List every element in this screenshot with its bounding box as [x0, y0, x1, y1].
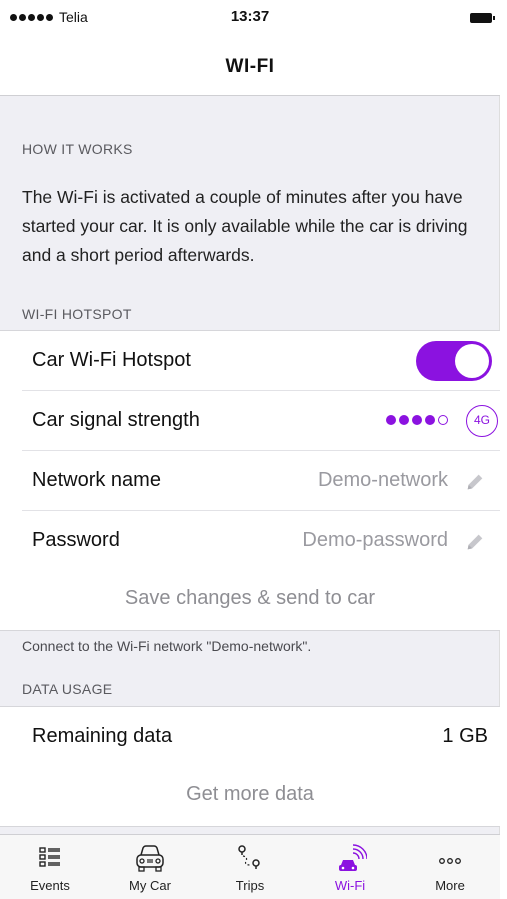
pencil-icon[interactable]	[464, 531, 486, 553]
signal-dot	[412, 415, 422, 425]
tab-bar: Events My Car Trips Wi-Fi More	[0, 834, 500, 899]
car-wifi-icon	[339, 844, 367, 871]
tab-trips-label: Trips	[235, 878, 265, 893]
tab-more-label: More	[435, 878, 465, 893]
tab-my-car[interactable]: My Car	[100, 835, 200, 899]
list-icon	[39, 847, 60, 867]
remaining-data-label: Remaining data	[32, 725, 173, 747]
save-group: Save changes & send to car	[0, 570, 500, 631]
clock: 13:37	[230, 8, 270, 25]
signal-dot-empty	[438, 415, 448, 425]
hotspot-toggle-row[interactable]: Car Wi-Fi Hotspot	[22, 331, 500, 391]
how-it-works-text: The Wi-Fi is activated a couple of minut…	[22, 187, 468, 265]
password-value[interactable]: Demo-password	[302, 529, 448, 552]
network-name-label: Network name	[32, 469, 161, 491]
navigation-bar: WI-FI	[0, 34, 500, 96]
data-usage-group: Remaining data 1 GB	[0, 706, 500, 768]
get-more-data-label: Get more data	[186, 783, 314, 805]
route-icon	[238, 845, 260, 869]
signal-dot	[425, 415, 435, 425]
signal-dot	[399, 415, 409, 425]
tab-events-label: Events	[30, 878, 70, 893]
app-screen: Telia 13:37 WI-FI HOW IT WORKS The Wi-Fi…	[0, 0, 500, 899]
more-icon	[439, 858, 461, 864]
signal-strength-row: Car signal strength 4G	[22, 391, 500, 451]
signal-strength-dots-icon	[386, 415, 448, 425]
remaining-data-value: 1 GB	[442, 725, 488, 747]
page-title: WI-FI	[225, 56, 275, 77]
toggle-knob	[455, 344, 489, 378]
how-it-works-heading: HOW IT WORKS	[22, 141, 133, 157]
tab-more[interactable]: More	[400, 835, 500, 899]
data-usage-heading: DATA USAGE	[22, 681, 113, 697]
get-more-data-button[interactable]: Get more data	[0, 766, 500, 826]
tab-wifi-label: Wi-Fi	[334, 878, 366, 893]
signal-dot	[386, 415, 396, 425]
get-more-group: Get more data	[0, 766, 500, 827]
hotspot-toggle[interactable]	[416, 341, 492, 381]
connect-hint: Connect to the Wi-Fi network "Demo-netwo…	[22, 638, 312, 654]
save-button[interactable]: Save changes & send to car	[0, 570, 500, 630]
status-bar: Telia 13:37	[0, 0, 500, 34]
tab-events[interactable]: Events	[0, 835, 100, 899]
car-icon	[136, 845, 164, 872]
network-name-value[interactable]: Demo-network	[318, 469, 448, 492]
tab-my-car-label: My Car	[129, 878, 171, 893]
hotspot-toggle-label: Car Wi-Fi Hotspot	[32, 349, 191, 371]
password-row[interactable]: Password Demo-password	[22, 511, 500, 571]
tab-trips[interactable]: Trips	[200, 835, 300, 899]
password-label: Password	[32, 529, 120, 551]
remaining-data-row: Remaining data 1 GB	[22, 707, 500, 767]
network-type-badge: 4G	[466, 405, 498, 437]
wifi-hotspot-heading: WI-FI HOTSPOT	[22, 306, 132, 322]
pencil-icon[interactable]	[464, 471, 486, 493]
hotspot-group: Car Wi-Fi Hotspot Car signal strength 4G…	[0, 330, 500, 572]
tab-wifi[interactable]: Wi-Fi	[300, 835, 400, 899]
battery-icon	[470, 13, 495, 23]
save-button-label: Save changes & send to car	[124, 587, 376, 609]
network-name-row[interactable]: Network name Demo-network	[22, 451, 500, 511]
signal-strength-label: Car signal strength	[32, 409, 200, 431]
